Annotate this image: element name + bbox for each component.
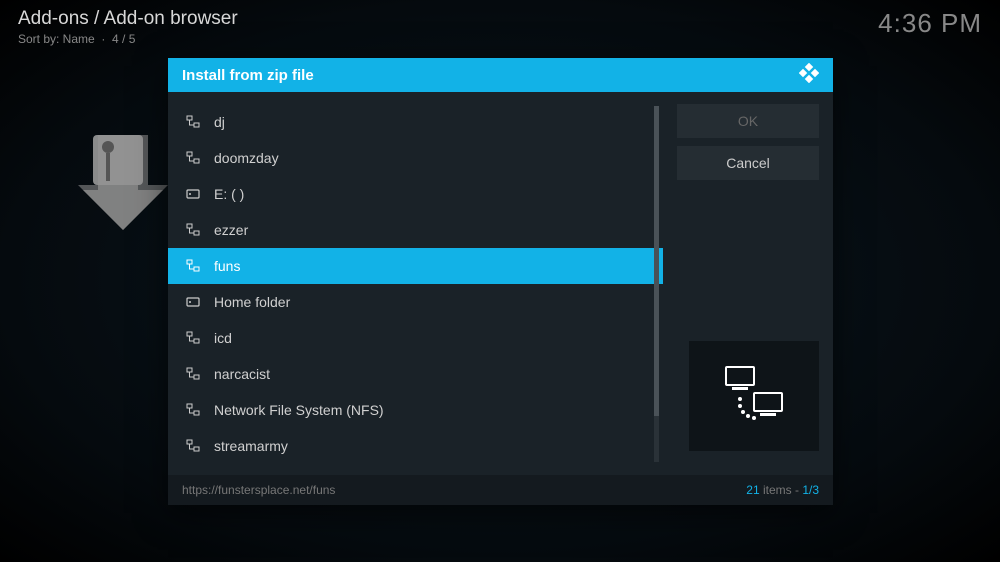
scrollbar-thumb[interactable]: [654, 106, 659, 416]
list-item-label: Network File System (NFS): [214, 402, 384, 418]
footer-status: 21 items - 1/3: [746, 483, 819, 497]
list-item-label: narcacist: [214, 366, 270, 382]
scrollbar[interactable]: [654, 106, 659, 462]
list-item[interactable]: doomzday: [168, 140, 663, 176]
list-item[interactable]: streamarmy: [168, 428, 663, 464]
item-count-label: items: [763, 483, 792, 497]
list-item[interactable]: Home folder: [168, 284, 663, 320]
list-item[interactable]: dj: [168, 104, 663, 140]
list-item-label: doomzday: [214, 150, 279, 166]
footer-path: https://funstersplace.net/funs: [182, 483, 335, 497]
sort-index: 4 / 5: [112, 32, 135, 46]
list-item[interactable]: ezzer: [168, 212, 663, 248]
header: Add-ons / Add-on browser Sort by: Name ·…: [18, 8, 238, 46]
page-indicator: 1/3: [802, 483, 819, 497]
sort-label: Sort by: Name: [18, 32, 95, 46]
network-icon: [186, 367, 200, 381]
side-panel: OK Cancel: [663, 92, 833, 475]
network-icon: [186, 151, 200, 165]
cancel-button[interactable]: Cancel: [677, 146, 819, 180]
network-icon: [186, 403, 200, 417]
file-list[interactable]: dj doomzday E: ( ) ezzer funs Home folder icd n…: [168, 104, 663, 464]
network-icon: [186, 331, 200, 345]
install-zip-dialog: Install from zip file dj doomzday E: ( ) ez…: [168, 58, 833, 505]
list-item[interactable]: narcacist: [168, 356, 663, 392]
sort-line: Sort by: Name · 4 / 5: [18, 32, 238, 46]
network-icon: [186, 259, 200, 273]
ok-button[interactable]: OK: [677, 104, 819, 138]
network-icon: [186, 115, 200, 129]
preview-thumbnail: [689, 341, 819, 451]
list-item-label: streamarmy: [214, 438, 288, 454]
list-item[interactable]: icd: [168, 320, 663, 356]
list-item-label: Home folder: [214, 294, 290, 310]
file-browser-panel: dj doomzday E: ( ) ezzer funs Home folder icd n…: [168, 92, 663, 475]
dialog-title-bar: Install from zip file: [168, 58, 833, 92]
list-item[interactable]: Network File System (NFS): [168, 392, 663, 428]
breadcrumb: Add-ons / Add-on browser: [18, 8, 238, 30]
list-item-label: funs: [214, 258, 240, 274]
clock: 4:36 PM: [878, 8, 982, 39]
network-icon: [186, 439, 200, 453]
list-item[interactable]: E: ( ): [168, 176, 663, 212]
drive-icon: [186, 187, 200, 201]
list-item-label: dj: [214, 114, 225, 130]
dialog-footer: https://funstersplace.net/funs 21 items …: [168, 475, 833, 505]
list-item-label: ezzer: [214, 222, 248, 238]
list-item-label: icd: [214, 330, 232, 346]
network-icon: [186, 223, 200, 237]
list-item-label: E: ( ): [214, 186, 244, 202]
item-count: 21: [746, 483, 759, 497]
dialog-title: Install from zip file: [182, 67, 314, 84]
list-item[interactable]: funs: [168, 248, 663, 284]
dialog-body: dj doomzday E: ( ) ezzer funs Home folder icd n…: [168, 92, 833, 475]
drive-icon: [186, 295, 200, 309]
zip-download-icon: [78, 135, 168, 255]
kodi-logo-icon: [799, 63, 819, 87]
